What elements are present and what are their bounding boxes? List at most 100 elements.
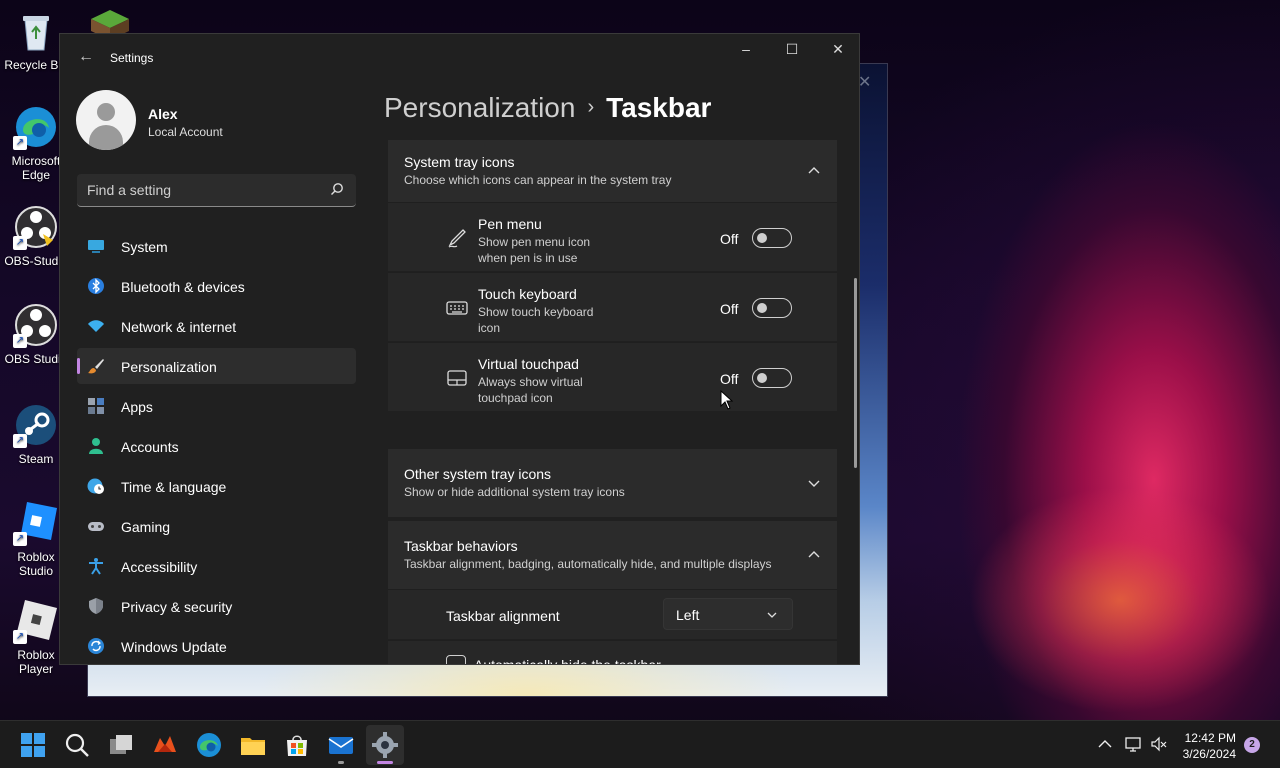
sidebar-item-label: Windows Update <box>121 639 227 655</box>
sidebar-item-personalization[interactable]: Personalization <box>77 348 356 384</box>
sidebar-item-label: Privacy & security <box>121 599 233 615</box>
other-system-tray-icons-header[interactable]: Other system tray icons Show or hide add… <box>388 449 837 517</box>
breadcrumb-parent[interactable]: Personalization <box>384 92 575 123</box>
section-title: Other system tray icons <box>404 466 552 482</box>
chevron-up-icon[interactable] <box>1096 735 1114 753</box>
sidebar-item-accounts[interactable]: Accounts <box>77 428 356 464</box>
section-subtitle: Taskbar alignment, badging, automaticall… <box>404 557 772 571</box>
setting-description: Show pen menu icon when pen is in use <box>478 235 591 265</box>
roblox-studio-icon: ↗ <box>13 500 59 546</box>
toggle-state-label: Off <box>720 371 739 387</box>
chevron-down-icon[interactable] <box>807 476 821 490</box>
auto-hide-checkbox[interactable] <box>446 655 466 664</box>
mouse-cursor-icon <box>720 390 734 410</box>
roblox-player-icon: ↗ <box>13 598 59 644</box>
accessibility-icon <box>89 558 103 575</box>
edge-icon[interactable] <box>194 730 224 760</box>
settings-icon[interactable] <box>370 730 400 760</box>
close-button[interactable]: ✕ <box>815 34 859 66</box>
start-icon[interactable] <box>18 730 48 760</box>
sidebar-item-label: Time & language <box>121 479 227 495</box>
clock-time: 12:42 PM <box>1184 731 1236 745</box>
breadcrumb: Personalization › Taskbar <box>384 92 711 124</box>
sidebar-item-label: Accounts <box>121 439 179 455</box>
taskbar: 12:42 PM 3/26/2024 2 <box>0 720 1280 768</box>
search-icon <box>331 183 343 195</box>
app-icon[interactable] <box>150 730 180 760</box>
taskbar-behaviors-header[interactable]: Taskbar behaviors Taskbar alignment, bad… <box>388 521 837 589</box>
maximize-button[interactable]: ☐ <box>769 34 815 66</box>
sidebar-item-system[interactable]: System <box>77 228 356 264</box>
task-view-icon[interactable] <box>106 730 136 760</box>
virtual-touchpad-row: Virtual touchpad Always show virtual tou… <box>388 342 837 411</box>
scrollbar-thumb[interactable] <box>854 278 857 468</box>
search-box[interactable] <box>77 174 356 207</box>
chevron-up-icon[interactable] <box>807 548 821 562</box>
gamepad-icon <box>88 522 104 531</box>
sidebar-item-time-language[interactable]: Time & language <box>77 468 356 504</box>
window-title: Settings <box>110 51 154 65</box>
edge-icon: ↗ <box>13 104 59 150</box>
system-tray-icons-header[interactable]: System tray icons Choose which icons can… <box>388 140 837 202</box>
running-indicator <box>338 761 344 764</box>
sidebar-item-privacy-security[interactable]: Privacy & security <box>77 588 356 624</box>
mail-icon[interactable] <box>326 730 356 760</box>
breadcrumb-separator: › <box>587 96 595 118</box>
minimize-button[interactable]: – <box>723 34 769 66</box>
taskbar-alignment-row: Taskbar alignment Left <box>388 589 837 639</box>
setting-description: Show touch keyboard icon <box>478 305 594 335</box>
wallpaper-bloom-glow <box>880 420 1280 720</box>
sidebar-item-label: Apps <box>121 399 153 415</box>
sidebar-item-network[interactable]: Network & internet <box>77 308 356 344</box>
clock-date: 3/26/2024 <box>1182 747 1236 761</box>
touch-keyboard-toggle[interactable] <box>752 298 792 318</box>
bluetooth-icon <box>88 278 104 294</box>
section-subtitle: Show or hide additional system tray icon… <box>404 485 625 499</box>
setting-description: Always show virtual touchpad icon <box>478 375 583 405</box>
sidebar-item-label: Network & internet <box>121 319 237 335</box>
search-icon[interactable] <box>62 730 92 760</box>
keyboard-icon <box>446 301 468 315</box>
back-arrow-icon[interactable]: ← <box>76 48 96 68</box>
dropdown-value: Left <box>676 607 700 623</box>
recycle-bin-icon <box>13 8 59 54</box>
sidebar-item-apps[interactable]: Apps <box>77 388 356 424</box>
monitor-icon <box>88 240 104 253</box>
setting-title: Pen menu <box>478 216 542 232</box>
setting-title: Taskbar alignment <box>446 608 560 624</box>
checkbox-label[interactable]: Automatically hide the taskbar <box>474 657 661 664</box>
brush-icon <box>88 359 104 374</box>
setting-title: Virtual touchpad <box>478 356 579 372</box>
globe-clock-icon <box>87 478 104 494</box>
user-name: Alex <box>148 106 178 122</box>
notification-badge[interactable]: 2 <box>1244 737 1260 753</box>
file-explorer-icon[interactable] <box>238 730 268 760</box>
sidebar-item-bluetooth[interactable]: Bluetooth & devices <box>77 268 356 304</box>
title-bar: ← Settings – ☐ ✕ <box>60 34 859 82</box>
background-window-close-icon[interactable]: ✕ <box>858 72 871 92</box>
sidebar-item-gaming[interactable]: Gaming <box>77 508 356 544</box>
virtual-touchpad-toggle[interactable] <box>752 368 792 388</box>
steam-icon: ↗ <box>13 402 59 448</box>
pen-menu-toggle[interactable] <box>752 228 792 248</box>
obs-icon: ↗ <box>13 204 59 250</box>
toggle-state-label: Off <box>720 231 739 247</box>
sidebar-item-accessibility[interactable]: Accessibility <box>77 548 356 584</box>
store-icon[interactable] <box>282 730 312 760</box>
pen-icon <box>448 229 466 248</box>
search-input[interactable] <box>87 182 317 198</box>
network-ethernet-icon[interactable] <box>1124 735 1142 753</box>
setting-title: Touch keyboard <box>478 286 577 302</box>
chevron-up-icon[interactable] <box>807 164 821 178</box>
volume-muted-icon[interactable] <box>1150 735 1168 753</box>
avatar <box>76 90 136 150</box>
sidebar-item-windows-update[interactable]: Windows Update <box>77 628 356 664</box>
person-icon <box>89 438 103 454</box>
apps-icon <box>88 398 104 414</box>
settings-content: System tray icons Choose which icons can… <box>388 140 837 664</box>
system-clock[interactable]: 12:42 PM 3/26/2024 <box>1170 730 1236 762</box>
settings-window: ← Settings – ☐ ✕ Alex Local Account Syst… <box>59 33 860 665</box>
pen-menu-row: Pen menu Show pen menu icon when pen is … <box>388 202 837 271</box>
auto-hide-row: Automatically hide the taskbar <box>388 640 837 664</box>
taskbar-alignment-dropdown[interactable]: Left <box>663 598 793 630</box>
